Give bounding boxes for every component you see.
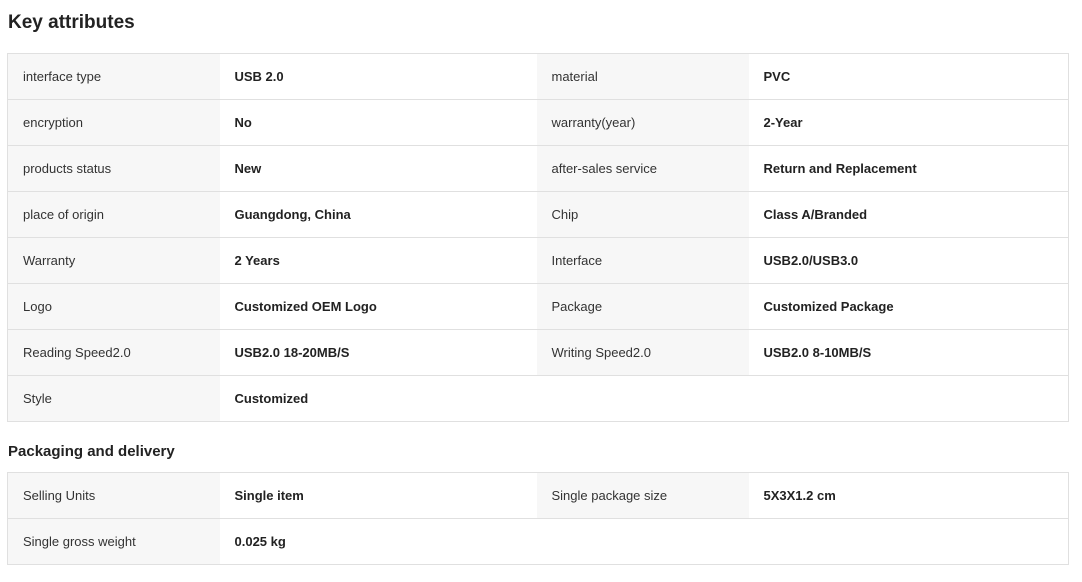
attribute-name: products status: [7, 145, 220, 192]
attribute-name: material: [536, 53, 749, 100]
attribute-value: 5X3X1.2 cm: [748, 472, 1069, 519]
attribute-row: products status New after-sales service …: [7, 145, 1069, 192]
attribute-row: Style Customized: [7, 375, 1069, 422]
attribute-row: Reading Speed2.0 USB2.0 18-20MB/S Writin…: [7, 329, 1069, 376]
attribute-row: place of origin Guangdong, China Chip Cl…: [7, 191, 1069, 238]
attribute-value: Customized: [219, 375, 537, 422]
attribute-name: Chip: [536, 191, 749, 238]
attribute-value: USB 2.0: [219, 53, 537, 100]
key-attributes-title: Key attributes: [8, 12, 135, 33]
attribute-value: Guangdong, China: [219, 191, 537, 238]
attribute-name: Package: [536, 283, 749, 330]
attribute-row: encryption No warranty(year) 2-Year: [7, 99, 1069, 146]
attribute-name: Selling Units: [7, 472, 220, 519]
attribute-row: Warranty 2 Years Interface USB2.0/USB3.0: [7, 237, 1069, 284]
attribute-value: 2-Year: [748, 99, 1069, 146]
attribute-value: PVC: [748, 53, 1069, 100]
attribute-value: No: [219, 99, 537, 146]
attribute-row: Selling Units Single item Single package…: [7, 472, 1069, 519]
attribute-value: Customized Package: [748, 283, 1069, 330]
attribute-name: Single gross weight: [7, 518, 220, 565]
attribute-row: Logo Customized OEM Logo Package Customi…: [7, 283, 1069, 330]
attribute-value: USB2.0 8-10MB/S: [748, 329, 1069, 376]
attribute-value: New: [219, 145, 537, 192]
packaging-delivery-title: Packaging and delivery: [8, 443, 175, 460]
attribute-value: Single item: [219, 472, 537, 519]
packaging-delivery-table: Selling Units Single item Single package…: [7, 472, 1069, 565]
attribute-name: warranty(year): [536, 99, 749, 146]
attribute-value: 0.025 kg: [219, 518, 537, 565]
attribute-name: Warranty: [7, 237, 220, 284]
key-attributes-table: interface type USB 2.0 material PVC encr…: [7, 53, 1069, 422]
attribute-name: interface type: [7, 53, 220, 100]
attribute-row: Single gross weight 0.025 kg: [7, 518, 1069, 565]
attribute-value: Class A/Branded: [748, 191, 1069, 238]
attribute-name: encryption: [7, 99, 220, 146]
attribute-name: Logo: [7, 283, 220, 330]
attribute-name: Style: [7, 375, 220, 422]
attribute-name: place of origin: [7, 191, 220, 238]
attribute-value: Return and Replacement: [748, 145, 1069, 192]
attribute-row: interface type USB 2.0 material PVC: [7, 53, 1069, 100]
attribute-name: Reading Speed2.0: [7, 329, 220, 376]
attribute-name: Writing Speed2.0: [536, 329, 749, 376]
attribute-value: Customized OEM Logo: [219, 283, 537, 330]
empty-cell: [536, 518, 1069, 565]
attribute-name: Interface: [536, 237, 749, 284]
attribute-value: USB2.0 18-20MB/S: [219, 329, 537, 376]
attribute-name: Single package size: [536, 472, 749, 519]
attribute-name: after-sales service: [536, 145, 749, 192]
attribute-value: USB2.0/USB3.0: [748, 237, 1069, 284]
attribute-value: 2 Years: [219, 237, 537, 284]
empty-cell: [536, 375, 1069, 422]
